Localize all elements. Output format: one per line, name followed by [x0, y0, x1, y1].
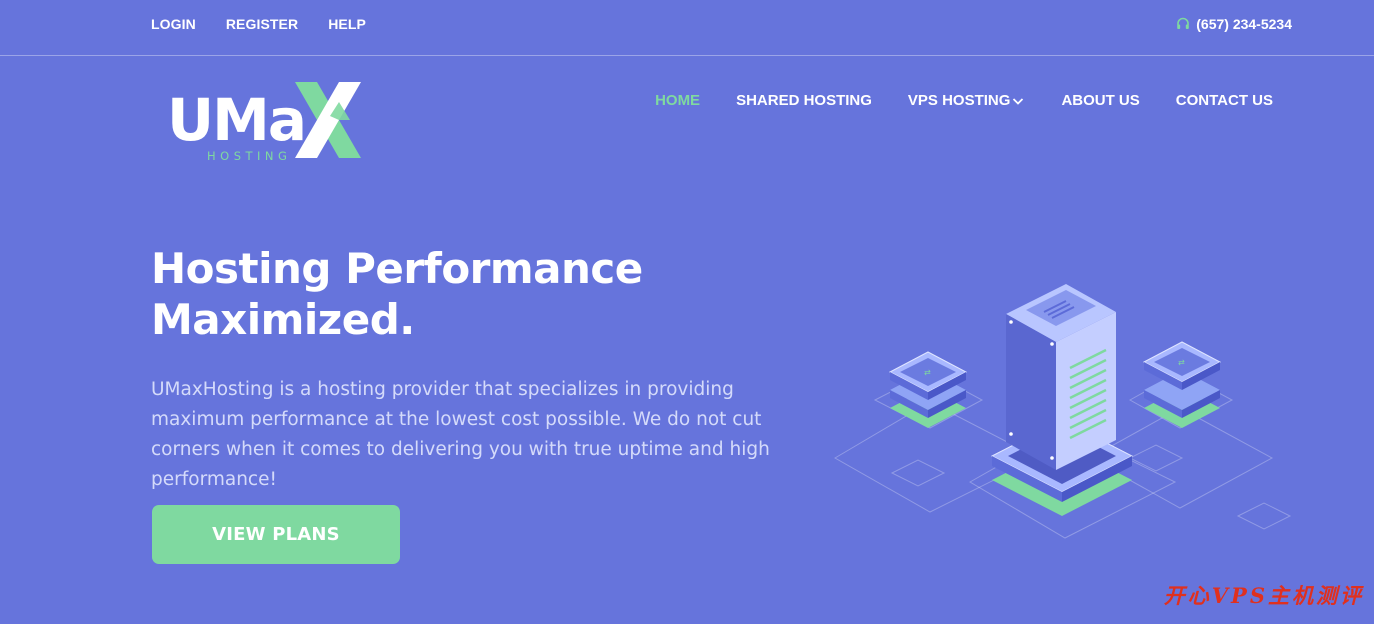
server-illustration: ⇄ ⇄ — [834, 284, 1292, 539]
hero-title-line1: Hosting Performance — [151, 244, 643, 293]
nav-about-us[interactable]: ABOUT US — [1061, 92, 1139, 109]
phone-contact[interactable]: (657) 234-5234 — [1176, 16, 1292, 32]
nav-vps-hosting-label: VPS HOSTING — [907, 92, 1011, 109]
svg-text:UMa: UMa — [167, 86, 305, 154]
hero-description: UMaxHosting is a hosting provider that s… — [151, 379, 770, 490]
logo-subtitle: HOSTING — [207, 149, 291, 163]
right-server-node: ⇄ — [1142, 341, 1222, 428]
help-link[interactable]: HELP — [328, 16, 366, 32]
nav-home[interactable]: HOME — [655, 92, 700, 109]
main-server-tower — [990, 284, 1134, 516]
left-server-node: ⇄ — [888, 351, 968, 428]
main-nav: HOME SHARED HOSTING VPS HOSTING ABOUT US… — [655, 92, 1273, 109]
logo-graphic: UMa HOSTING — [167, 82, 361, 163]
phone-number: (657) 234-5234 — [1196, 16, 1292, 32]
nav-shared-hosting[interactable]: SHARED HOSTING — [736, 92, 872, 109]
svg-text:⇄: ⇄ — [1178, 358, 1185, 367]
watermark-text: 开心VPS主机测评 — [1163, 583, 1364, 608]
top-links: LOGIN REGISTER HELP — [151, 16, 366, 32]
login-link[interactable]: LOGIN — [151, 16, 196, 32]
headset-icon — [1177, 17, 1190, 29]
svg-text:⇄: ⇄ — [924, 368, 931, 377]
register-link[interactable]: REGISTER — [226, 16, 298, 32]
nav-contact-us[interactable]: CONTACT US — [1176, 92, 1273, 109]
hero-title: Hosting Performance Maximized. — [151, 243, 711, 345]
top-bar: LOGIN REGISTER HELP (657) 234-5234 — [0, 0, 1374, 56]
umax-logo[interactable]: UMa HOSTING — [165, 78, 365, 164]
hero-title-line2: Maximized. — [151, 295, 415, 344]
view-plans-button[interactable]: VIEW PLANS — [152, 505, 400, 564]
nav-vps-hosting[interactable]: VPS HOSTING — [908, 92, 1026, 109]
chevron-down-icon — [1013, 98, 1024, 105]
